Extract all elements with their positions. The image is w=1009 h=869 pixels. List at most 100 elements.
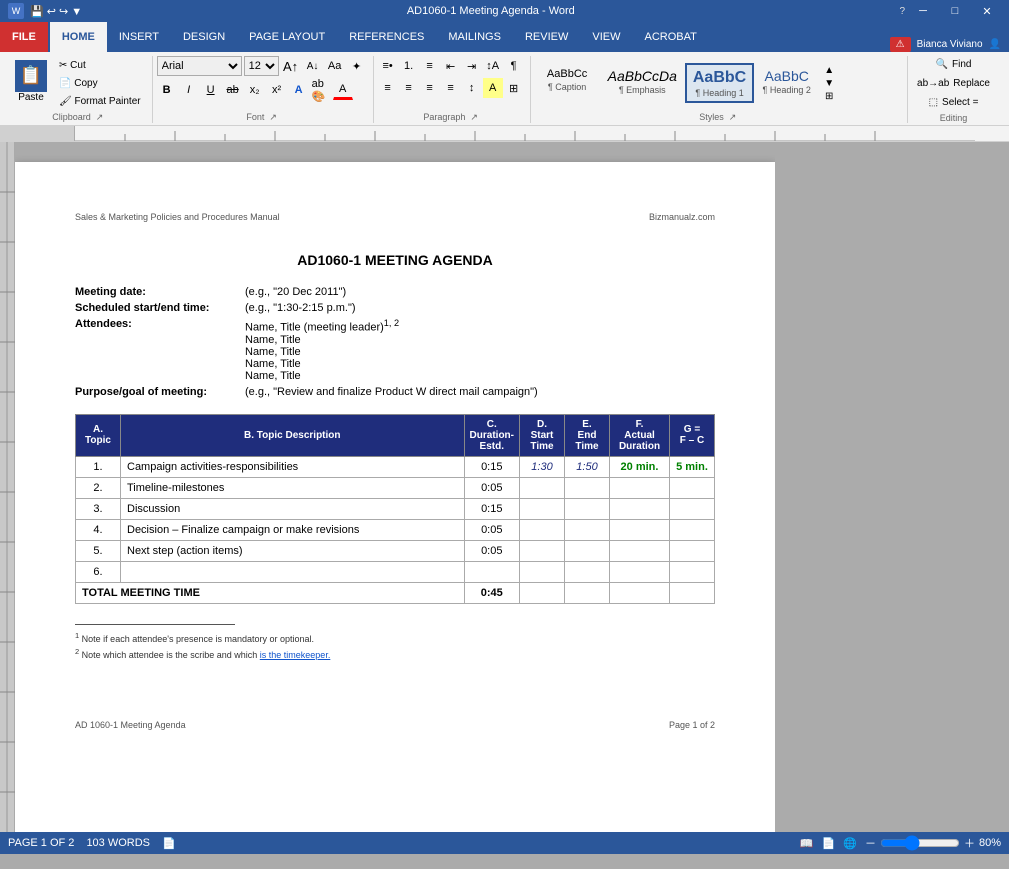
table-row: 5.Next step (action items)0:05 <box>76 540 715 561</box>
tab-home[interactable]: HOME <box>50 22 107 52</box>
clipboard-group: 📋 Paste ✂ Cut 📄 Copy 🖌 Format Painter Cl… <box>8 56 153 123</box>
table-cell <box>610 498 670 519</box>
status-bar: PAGE 1 OF 2 103 WORDS 📄 📖 📄 🌐 － ＋ 80% <box>0 832 1009 854</box>
style-emphasis[interactable]: AaBbCcDa ¶ Emphasis <box>600 63 685 102</box>
tab-file[interactable]: FILE <box>0 22 48 52</box>
zoom-slider[interactable] <box>880 835 960 851</box>
borders-button[interactable]: ⊞ <box>504 78 524 98</box>
tab-mailings[interactable]: MAILINGS <box>436 22 513 52</box>
align-left-button[interactable]: ≡ <box>378 78 398 98</box>
tab-design[interactable]: DESIGN <box>171 22 237 52</box>
table-row: 2.Timeline-milestones0:05 <box>76 477 715 498</box>
styles-scroll-arrow[interactable]: ▲ ▼ ⊞ <box>821 65 837 102</box>
table-cell: 0:05 <box>464 519 519 540</box>
more-styles-arrow[interactable]: ⊞ <box>821 91 837 102</box>
style-heading2[interactable]: AaBbC ¶ Heading 2 <box>754 63 819 102</box>
field-attendees: Attendees: Name, Title (meeting leader)1… <box>75 318 715 382</box>
italic-button[interactable]: I <box>179 80 199 100</box>
status-right: 📖 📄 🌐 － ＋ 80% <box>800 835 1001 851</box>
clipboard-label: Clipboard ↗ <box>10 112 146 123</box>
align-center-button[interactable]: ≡ <box>399 78 419 98</box>
field-purpose-label: Purpose/goal of meeting: <box>75 386 245 398</box>
font-size-select[interactable]: 12 <box>244 56 279 76</box>
style-caption[interactable]: AaBbCc ¶ Caption <box>535 63 600 102</box>
cut-button[interactable]: ✂ Cut <box>54 57 146 74</box>
strikethrough-button[interactable]: ab <box>223 80 243 100</box>
justify-button[interactable]: ≡ <box>441 78 461 98</box>
show-para-button[interactable]: ¶ <box>504 56 524 76</box>
style-heading1[interactable]: AaBbC ¶ Heading 1 <box>685 63 754 102</box>
footnote-1: 1 Note if each attendee's presence is ma… <box>75 631 715 644</box>
th-desc: B. Topic Description <box>121 414 465 456</box>
sort-button[interactable]: ↕A <box>483 56 503 76</box>
help-icon[interactable]: ? <box>899 6 905 17</box>
shading-button[interactable]: A <box>483 78 503 98</box>
bullets-button[interactable]: ≡• <box>378 56 398 76</box>
table-cell <box>565 540 610 561</box>
table-cell: 5. <box>76 540 121 561</box>
highlight-color-button[interactable]: ab🎨 <box>311 80 331 100</box>
ruler-left <box>0 126 75 141</box>
field-meeting-date-value: (e.g., "20 Dec 2011") <box>245 286 346 298</box>
font-color-button[interactable]: A <box>333 80 353 100</box>
increase-indent-button[interactable]: ⇥ <box>462 56 482 76</box>
total-label: TOTAL MEETING TIME <box>76 582 465 603</box>
footer-left: AD 1060-1 Meeting Agenda <box>75 720 186 730</box>
zoom-in-button[interactable]: ＋ <box>964 835 975 851</box>
minimize-button[interactable]: ─ <box>909 0 937 22</box>
grow-font-button[interactable]: A↑ <box>281 56 301 76</box>
th-start: D.StartTime <box>520 414 565 456</box>
table-cell <box>565 519 610 540</box>
tab-acrobat[interactable]: ACROBAT <box>632 22 708 52</box>
multilevel-list-button[interactable]: ≡ <box>420 56 440 76</box>
attendee-line-5: Name, Title <box>245 370 399 382</box>
scroll-up-arrow[interactable]: ▲ <box>821 65 837 76</box>
view-icon-read[interactable]: 📖 <box>800 837 814 850</box>
text-effect-button[interactable]: A <box>289 80 309 100</box>
tab-view[interactable]: VIEW <box>580 22 632 52</box>
table-cell <box>670 519 715 540</box>
user-name[interactable]: Bianca Viviano <box>917 39 983 50</box>
copy-button[interactable]: 📄 Copy <box>54 75 146 92</box>
maximize-button[interactable]: □ <box>941 0 969 22</box>
table-cell: 0:15 <box>464 498 519 519</box>
style-heading1-preview: AaBbC <box>693 68 746 87</box>
numbering-button[interactable]: 1. <box>399 56 419 76</box>
close-button[interactable]: ✕ <box>973 0 1001 22</box>
tab-references[interactable]: REFERENCES <box>337 22 436 52</box>
field-scheduled-time-label: Scheduled start/end time: <box>75 302 245 314</box>
replace-button[interactable]: ab→abReplace <box>912 75 995 92</box>
shrink-font-button[interactable]: A↓ <box>303 56 323 76</box>
select-button[interactable]: ⬚Select = <box>924 94 984 111</box>
paste-button[interactable]: 📋 Paste <box>10 57 52 110</box>
table-cell: 1. <box>76 456 121 477</box>
format-painter-button[interactable]: 🖌 Format Painter <box>54 93 146 110</box>
tab-page-layout[interactable]: PAGE LAYOUT <box>237 22 337 52</box>
zoom-out-button[interactable]: － <box>865 835 876 851</box>
font-name-select[interactable]: Arial <box>157 56 242 76</box>
view-icon-layout[interactable]: 📄 <box>822 837 836 850</box>
underline-button[interactable]: U <box>201 80 221 100</box>
style-heading2-label: ¶ Heading 2 <box>763 85 811 95</box>
document-page[interactable]: Sales & Marketing Policies and Procedure… <box>15 162 775 832</box>
ruler <box>0 126 1009 142</box>
timekeeper-link[interactable]: is the timekeeper. <box>260 650 331 660</box>
font-group-content: Arial 12 A↑ A↓ Aa ✦ B I U ab x₂ x² <box>157 56 367 110</box>
bold-button[interactable]: B <box>157 80 177 100</box>
table-cell <box>670 561 715 582</box>
tab-review[interactable]: REVIEW <box>513 22 580 52</box>
font-group: Arial 12 A↑ A↓ Aa ✦ B I U ab x₂ x² <box>155 56 374 123</box>
clear-format-button[interactable]: ✦ <box>347 56 367 76</box>
superscript-button[interactable]: x² <box>267 80 287 100</box>
line-spacing-button[interactable]: ↕ <box>462 78 482 98</box>
editing-label: Editing <box>912 113 995 123</box>
view-icon-web[interactable]: 🌐 <box>843 837 857 850</box>
find-button[interactable]: 🔍Find <box>931 56 977 73</box>
subscript-button[interactable]: x₂ <box>245 80 265 100</box>
align-right-button[interactable]: ≡ <box>420 78 440 98</box>
scroll-down-arrow[interactable]: ▼ <box>821 78 837 89</box>
page-footer: AD 1060-1 Meeting Agenda Page 1 of 2 <box>75 720 715 730</box>
tab-insert[interactable]: INSERT <box>107 22 171 52</box>
change-case-button[interactable]: Aa <box>325 56 345 76</box>
decrease-indent-button[interactable]: ⇤ <box>441 56 461 76</box>
